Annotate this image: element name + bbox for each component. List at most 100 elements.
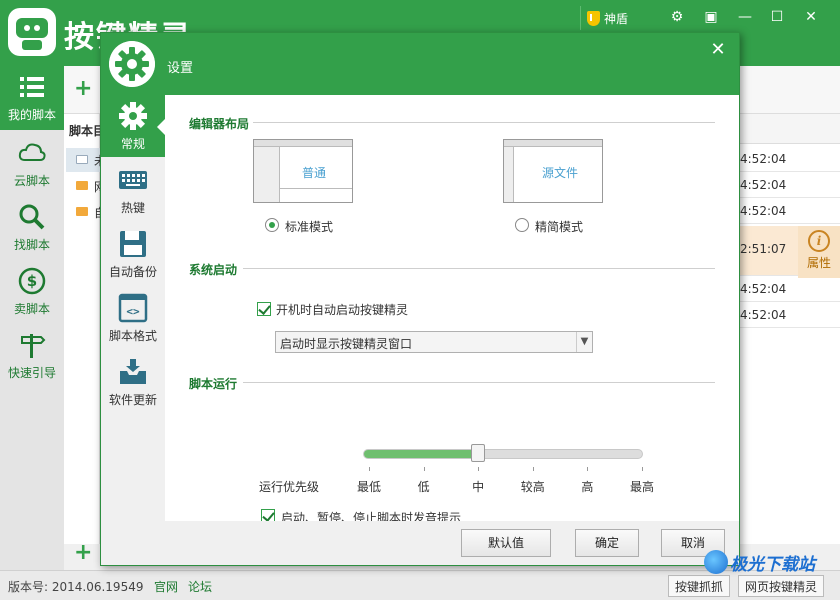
left-navigation: 我的脚本 云脚本 找脚本 $ 卖脚本 快速引导: [0, 66, 64, 570]
dollar-icon: $: [18, 267, 46, 295]
priority-tick: [478, 467, 480, 471]
tree-header: 脚本目录: [69, 124, 100, 138]
folder-icon: [76, 155, 88, 164]
settings-gear-icon: [109, 41, 155, 87]
priority-level-label: 最低: [356, 480, 381, 494]
script-tree: 脚本目录 未 网 自: [64, 114, 106, 544]
magnifier-icon: [19, 204, 45, 230]
tab-label: 脚本格式: [108, 329, 157, 343]
row-time: 4:52:04: [740, 282, 787, 296]
maximize-icon[interactable]: ☐: [764, 6, 790, 28]
watermark-text: 极光下载站: [730, 555, 815, 575]
gear-icon: [119, 102, 147, 130]
info-icon: i: [808, 230, 830, 252]
nav-label: 云脚本: [13, 174, 50, 188]
nav-find-scripts[interactable]: 找脚本: [0, 196, 64, 260]
priority-slider[interactable]: [363, 449, 643, 459]
tab-hotkeys[interactable]: 热键: [101, 159, 165, 221]
tab-auto-backup[interactable]: 自动备份: [101, 223, 165, 285]
list-row[interactable]: 4:52:04: [740, 146, 840, 172]
capture-tool-button[interactable]: 按键抓抓: [668, 575, 731, 597]
minimize-icon[interactable]: —: [732, 6, 758, 28]
keyboard-icon: [119, 171, 147, 189]
radio-standard-mode[interactable]: [265, 218, 279, 232]
divider: [243, 382, 715, 383]
tab-general[interactable]: 常规: [101, 95, 165, 157]
dialog-title: 设置: [167, 61, 194, 76]
priority-tick: [532, 467, 534, 471]
nav-cloud-scripts[interactable]: 云脚本: [0, 132, 64, 196]
version-text: 版本号: 2014.06.19549: [8, 580, 144, 594]
add-script-icon[interactable]: +: [74, 76, 92, 101]
chevron-down-icon: ▼: [576, 332, 592, 352]
close-app-icon[interactable]: ✕: [798, 6, 824, 28]
tab-label: 热键: [120, 201, 145, 215]
list-row[interactable]: 4:52:04: [740, 198, 840, 224]
divider: [253, 122, 715, 123]
dialog-header: 设置 ✕: [101, 33, 739, 95]
priority-tick: [423, 467, 425, 471]
slider-thumb[interactable]: [471, 444, 486, 462]
radio-label: 精简模式: [535, 220, 584, 234]
checkbox-label: 开机时自动启动按键精灵: [276, 303, 409, 317]
radio-simple-mode[interactable]: [515, 218, 529, 232]
layout-caption: 普通: [302, 166, 327, 180]
row-time: 2:51:07: [740, 242, 787, 256]
active-tab-pointer: [157, 119, 165, 135]
shield-icon: [587, 10, 600, 26]
layout-preview-simple[interactable]: 源文件: [503, 139, 603, 203]
tree-item[interactable]: 网: [66, 174, 106, 198]
row-time: 4:52:04: [740, 152, 787, 166]
layout-preview-standard[interactable]: 普通: [253, 139, 353, 203]
list-row[interactable]: 4:52:04: [740, 172, 840, 198]
nav-quick-guide[interactable]: 快速引导: [0, 324, 64, 388]
section-title-editor-layout: 编辑器布局: [189, 117, 250, 131]
nav-my-scripts[interactable]: 我的脚本: [0, 66, 64, 130]
cloud-icon: [18, 143, 46, 161]
tab-label: 常规: [120, 137, 145, 151]
shield-label: 神盾: [604, 11, 629, 26]
official-site-link[interactable]: 官网: [154, 578, 178, 595]
robot-logo-icon: [8, 8, 56, 56]
ok-button[interactable]: 确定: [575, 529, 639, 557]
nav-sell-scripts[interactable]: $ 卖脚本: [0, 260, 64, 324]
list-row[interactable]: 4:52:04: [740, 276, 840, 302]
tab-label: 自动备份: [108, 265, 157, 279]
tree-item[interactable]: 自: [66, 200, 106, 224]
script-list: 4:52:04 4:52:04 4:52:04 2:51:07 4:52:04 …: [740, 114, 840, 544]
code-icon: <>: [118, 293, 148, 323]
web-tool-button[interactable]: 网页按键精灵: [738, 575, 825, 597]
menu-icon[interactable]: ▣: [698, 6, 724, 28]
section-title-script-run: 脚本运行: [189, 377, 238, 391]
default-button[interactable]: 默认值: [461, 529, 551, 557]
priority-level-label: 低: [417, 480, 430, 494]
tab-label: 软件更新: [108, 393, 157, 407]
properties-button[interactable]: i 属性: [798, 226, 840, 278]
priority-level-label: 中: [472, 480, 485, 494]
forum-link[interactable]: 论坛: [188, 578, 212, 595]
priority-tick: [587, 467, 589, 471]
tab-script-format[interactable]: <> 脚本格式: [101, 287, 165, 349]
slider-fill: [364, 450, 480, 458]
list-row[interactable]: 4:52:04: [740, 302, 840, 328]
add-folder-icon[interactable]: +: [74, 540, 92, 565]
shield-button[interactable]: 神盾: [580, 6, 634, 30]
list-header: [740, 114, 840, 144]
svg-text:$: $: [27, 272, 37, 290]
section-title-startup: 系统启动: [189, 263, 238, 277]
settings-dialog: 设置 ✕ 常规 热键 自动备份 <> 脚本格式 软件更新 编辑器布局 普通 源文…: [100, 32, 740, 566]
close-icon[interactable]: ✕: [707, 39, 729, 61]
settings-content: 编辑器布局 普通 源文件 标准模式 精简模式 系统启动 开机时自动启动按键精灵 …: [165, 95, 739, 525]
folder-icon: [76, 181, 88, 190]
list-icon: [20, 77, 44, 97]
select-value: 启动时显示按键精灵窗口: [280, 337, 413, 351]
settings-gear-icon[interactable]: ⚙: [664, 6, 690, 28]
folder-icon: [76, 207, 88, 216]
tree-item[interactable]: 未: [66, 148, 106, 172]
autostart-checkbox[interactable]: [257, 302, 271, 316]
tab-software-update[interactable]: 软件更新: [101, 351, 165, 413]
update-icon: [120, 359, 146, 384]
nav-label: 卖脚本: [13, 302, 50, 316]
row-time: 4:52:04: [740, 204, 787, 218]
startup-window-select[interactable]: 启动时显示按键精灵窗口 ▼: [275, 331, 593, 353]
